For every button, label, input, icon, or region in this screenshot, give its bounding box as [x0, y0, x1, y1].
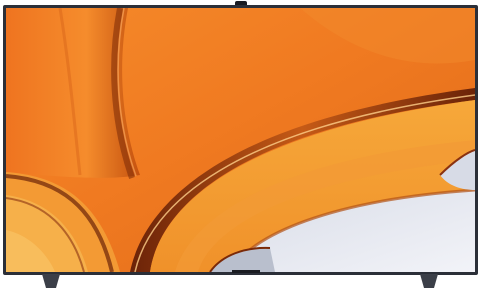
right-stand-foot — [420, 274, 438, 288]
brand-logo-strip — [232, 270, 260, 273]
left-stand-foot — [42, 274, 60, 288]
tv-screen — [6, 8, 475, 272]
tv-product-image — [0, 0, 480, 290]
tv-illustration — [3, 1, 478, 288]
